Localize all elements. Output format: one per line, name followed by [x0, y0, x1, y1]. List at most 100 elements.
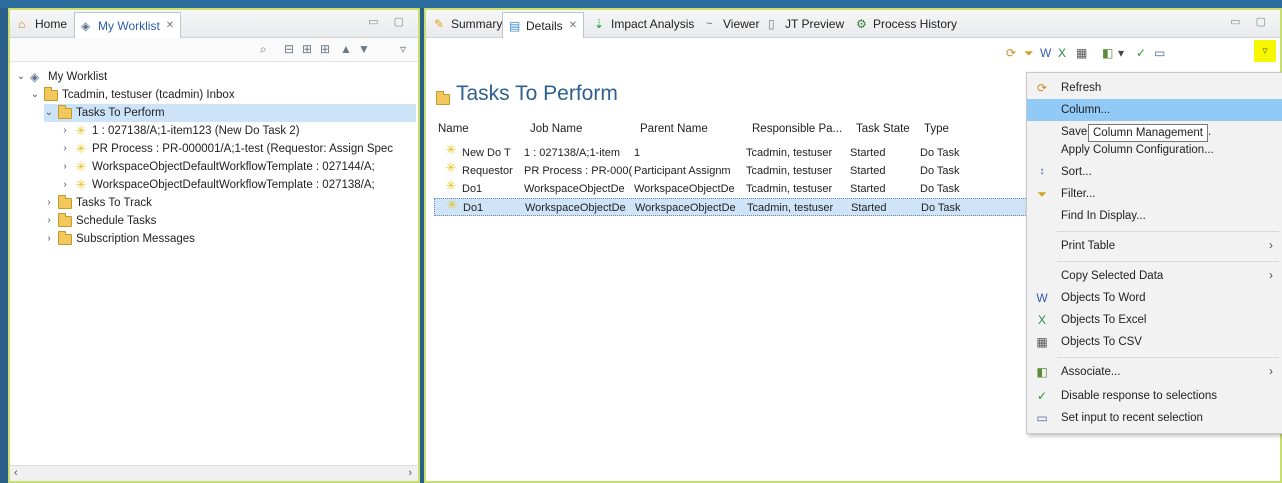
table-row[interactable]: ✳ Requestor PR Process : PR-000( Partici… — [434, 162, 1024, 180]
chevron-down-icon[interactable]: ⌄ — [44, 104, 54, 122]
menu-item-sort[interactable]: ↕ Sort... — [1027, 161, 1282, 183]
table-cell: Requestor — [462, 165, 513, 177]
tab-impact-analysis[interactable]: ⇣ Impact Analysis — [588, 12, 700, 36]
expand-all-icon[interactable]: ⊞ — [320, 42, 330, 56]
chevron-right-icon[interactable]: › — [60, 176, 70, 194]
menu-item-copy-selected-data[interactable]: Copy Selected Data › — [1027, 265, 1282, 287]
tab-viewer[interactable]: ~ Viewer — [700, 12, 765, 36]
chevron-right-icon[interactable]: › — [60, 158, 70, 176]
tree-item-tasks-to-track[interactable]: › Tasks To Track — [44, 194, 152, 212]
chevron-down-icon[interactable]: ▾ — [1118, 46, 1124, 60]
folder-icon — [58, 194, 72, 209]
refresh-icon[interactable]: ⟳ — [1006, 46, 1016, 60]
menu-item-set-input-recent[interactable]: ▭ Set input to recent selection — [1027, 407, 1282, 429]
tab-jt-preview[interactable]: ▯ JT Preview — [762, 12, 850, 36]
menu-item-apply-column-config[interactable]: Apply Column Configuration... — [1027, 139, 1282, 161]
tree-item-schedule-tasks[interactable]: › Schedule Tasks — [44, 212, 156, 230]
chevron-right-icon[interactable]: › — [60, 140, 70, 158]
chevron-down-icon[interactable]: ⌄ — [30, 86, 40, 104]
column-header[interactable]: Responsible Pa... — [752, 120, 842, 138]
close-icon[interactable]: ✕ — [166, 15, 174, 37]
menu-item-label: Refresh — [1061, 82, 1102, 94]
minimize-maximize-icon[interactable]: ▭ ▢ — [1230, 15, 1272, 28]
menu-item-label: Print Table — [1061, 240, 1116, 252]
move-up-icon[interactable]: ▲ — [340, 42, 352, 56]
table-row-selected[interactable]: ✳ Do1 WorkspaceObjectDe WorkspaceObjectD… — [434, 198, 1034, 216]
table-cell: WorkspaceObjectDe — [524, 183, 625, 195]
tab-my-worklist[interactable]: ◈ My Worklist ✕ — [74, 12, 182, 38]
menu-item-disable-response[interactable]: ✓ Disable response to selections — [1027, 385, 1282, 407]
page-title: Tasks To Perform — [456, 82, 618, 105]
tooltip: Column Management — [1088, 124, 1208, 142]
menu-item-associate[interactable]: ◧ Associate... › — [1027, 361, 1282, 383]
table-cell: Do Task — [920, 183, 960, 195]
view-menu-button[interactable]: ▿ — [1254, 40, 1276, 62]
table-cell: Participant Assignm — [634, 165, 731, 177]
associate-icon[interactable]: ◧ — [1102, 46, 1113, 60]
tree-item-task[interactable]: › ✳ WorkspaceObjectDefaultWorkflowTempla… — [60, 176, 375, 194]
minimize-maximize-icon[interactable]: ▭ ▢ — [368, 15, 410, 28]
chevron-right-icon[interactable]: › — [44, 194, 54, 212]
chevron-right-icon[interactable]: › — [44, 212, 54, 230]
filter-icon[interactable]: ⏷ — [1024, 46, 1034, 61]
tree-item-label: Tasks To Perform — [76, 107, 165, 119]
table-row[interactable]: ✳ Do1 WorkspaceObjectDe WorkspaceObjectD… — [434, 180, 1024, 198]
tree-item-task[interactable]: › ✳ 1 : 027138/A;1-item123 (New Do Task … — [60, 122, 300, 140]
tree-item-my-worklist[interactable]: ⌄ ◈ My Worklist — [16, 68, 107, 86]
summary-icon: ✎ — [434, 17, 445, 31]
menu-item-objects-to-word[interactable]: W Objects To Word — [1027, 287, 1282, 309]
left-tabbar: ⌂ Home ◈ My Worklist ✕ ▭ ▢ — [10, 10, 418, 38]
tree-item-label: WorkspaceObjectDefaultWorkflowTemplate :… — [92, 179, 375, 191]
tab-process-history[interactable]: ⚙ Process History — [850, 12, 963, 36]
scroll-right-icon[interactable]: › — [408, 467, 412, 479]
table-row[interactable]: ✳ New Do T 1 : 027138/A;1-item 1 Tcadmin… — [434, 144, 1024, 162]
table-cell: Started — [851, 202, 887, 214]
menu-separator — [1057, 357, 1279, 358]
menu-item-column[interactable]: Column... — [1027, 99, 1282, 121]
menu-item-filter[interactable]: ⏷ Filter... — [1027, 183, 1282, 205]
close-icon[interactable]: ✕ — [569, 15, 577, 37]
scroll-left-icon[interactable]: ‹ — [14, 467, 18, 479]
search-icon[interactable]: ⌕ — [260, 42, 267, 57]
tree-item-task[interactable]: › ✳ PR Process : PR-000001/A;1-test (Req… — [60, 140, 393, 158]
table-cell: Tcadmin, testuser — [746, 147, 833, 159]
csv-icon[interactable]: ▦ — [1076, 46, 1087, 60]
view-menu-icon[interactable]: ▿ — [400, 42, 406, 56]
column-header[interactable]: Job Name — [530, 120, 582, 138]
horizontal-scrollbar[interactable]: ‹ › — [10, 465, 418, 481]
details-icon: ▤ — [509, 18, 521, 33]
chevron-down-icon[interactable]: ⌄ — [16, 68, 26, 86]
tab-home[interactable]: ⌂ Home — [12, 12, 73, 36]
chevron-right-icon[interactable]: › — [44, 230, 54, 248]
menu-item-label: Associate... — [1061, 366, 1121, 378]
table-cell: 1 — [634, 147, 641, 159]
menu-item-objects-to-excel[interactable]: X Objects To Excel — [1027, 309, 1282, 331]
word-icon[interactable]: W — [1040, 46, 1051, 60]
expand-icon[interactable]: ⊞ — [302, 42, 312, 56]
chevron-right-icon[interactable]: › — [60, 122, 70, 140]
tree-item-inbox[interactable]: ⌄ Tcadmin, testuser (tcadmin) Inbox — [30, 86, 235, 104]
tree-item-tasks-to-perform[interactable]: ⌄ Tasks To Perform — [44, 104, 416, 122]
tab-details[interactable]: ▤ Details ✕ — [502, 12, 585, 38]
recent-selection-icon[interactable]: ▭ — [1154, 46, 1165, 60]
move-down-icon[interactable]: ▼ — [358, 42, 370, 56]
viewer-icon: ~ — [706, 18, 713, 30]
menu-item-refresh[interactable]: ⟳ Refresh — [1027, 77, 1282, 99]
column-header[interactable]: Task State — [856, 120, 910, 138]
disable-response-icon[interactable]: ✓ — [1136, 46, 1146, 60]
menu-item-print-table[interactable]: Print Table › — [1027, 235, 1282, 257]
menu-item-label: Find In Display... — [1061, 210, 1146, 222]
folder-icon — [58, 230, 72, 245]
excel-icon[interactable]: X — [1058, 46, 1066, 60]
tree-item-subscription-messages[interactable]: › Subscription Messages — [44, 230, 195, 248]
tab-label: Summary — [451, 17, 503, 31]
column-header[interactable]: Type — [924, 120, 949, 138]
column-header[interactable]: Parent Name — [640, 120, 708, 138]
column-header[interactable]: Name — [438, 120, 469, 138]
tree-item-task[interactable]: › ✳ WorkspaceObjectDefaultWorkflowTempla… — [60, 158, 374, 176]
tree-item-label: 1 : 027138/A;1-item123 (New Do Task 2) — [92, 125, 300, 137]
menu-item-objects-to-csv[interactable]: ▦ Objects To CSV — [1027, 331, 1282, 353]
menu-item-find-in-display[interactable]: Find In Display... — [1027, 205, 1282, 227]
collapse-all-icon[interactable]: ⊟ — [284, 42, 294, 56]
tab-summary[interactable]: ✎ Summary — [428, 12, 508, 36]
